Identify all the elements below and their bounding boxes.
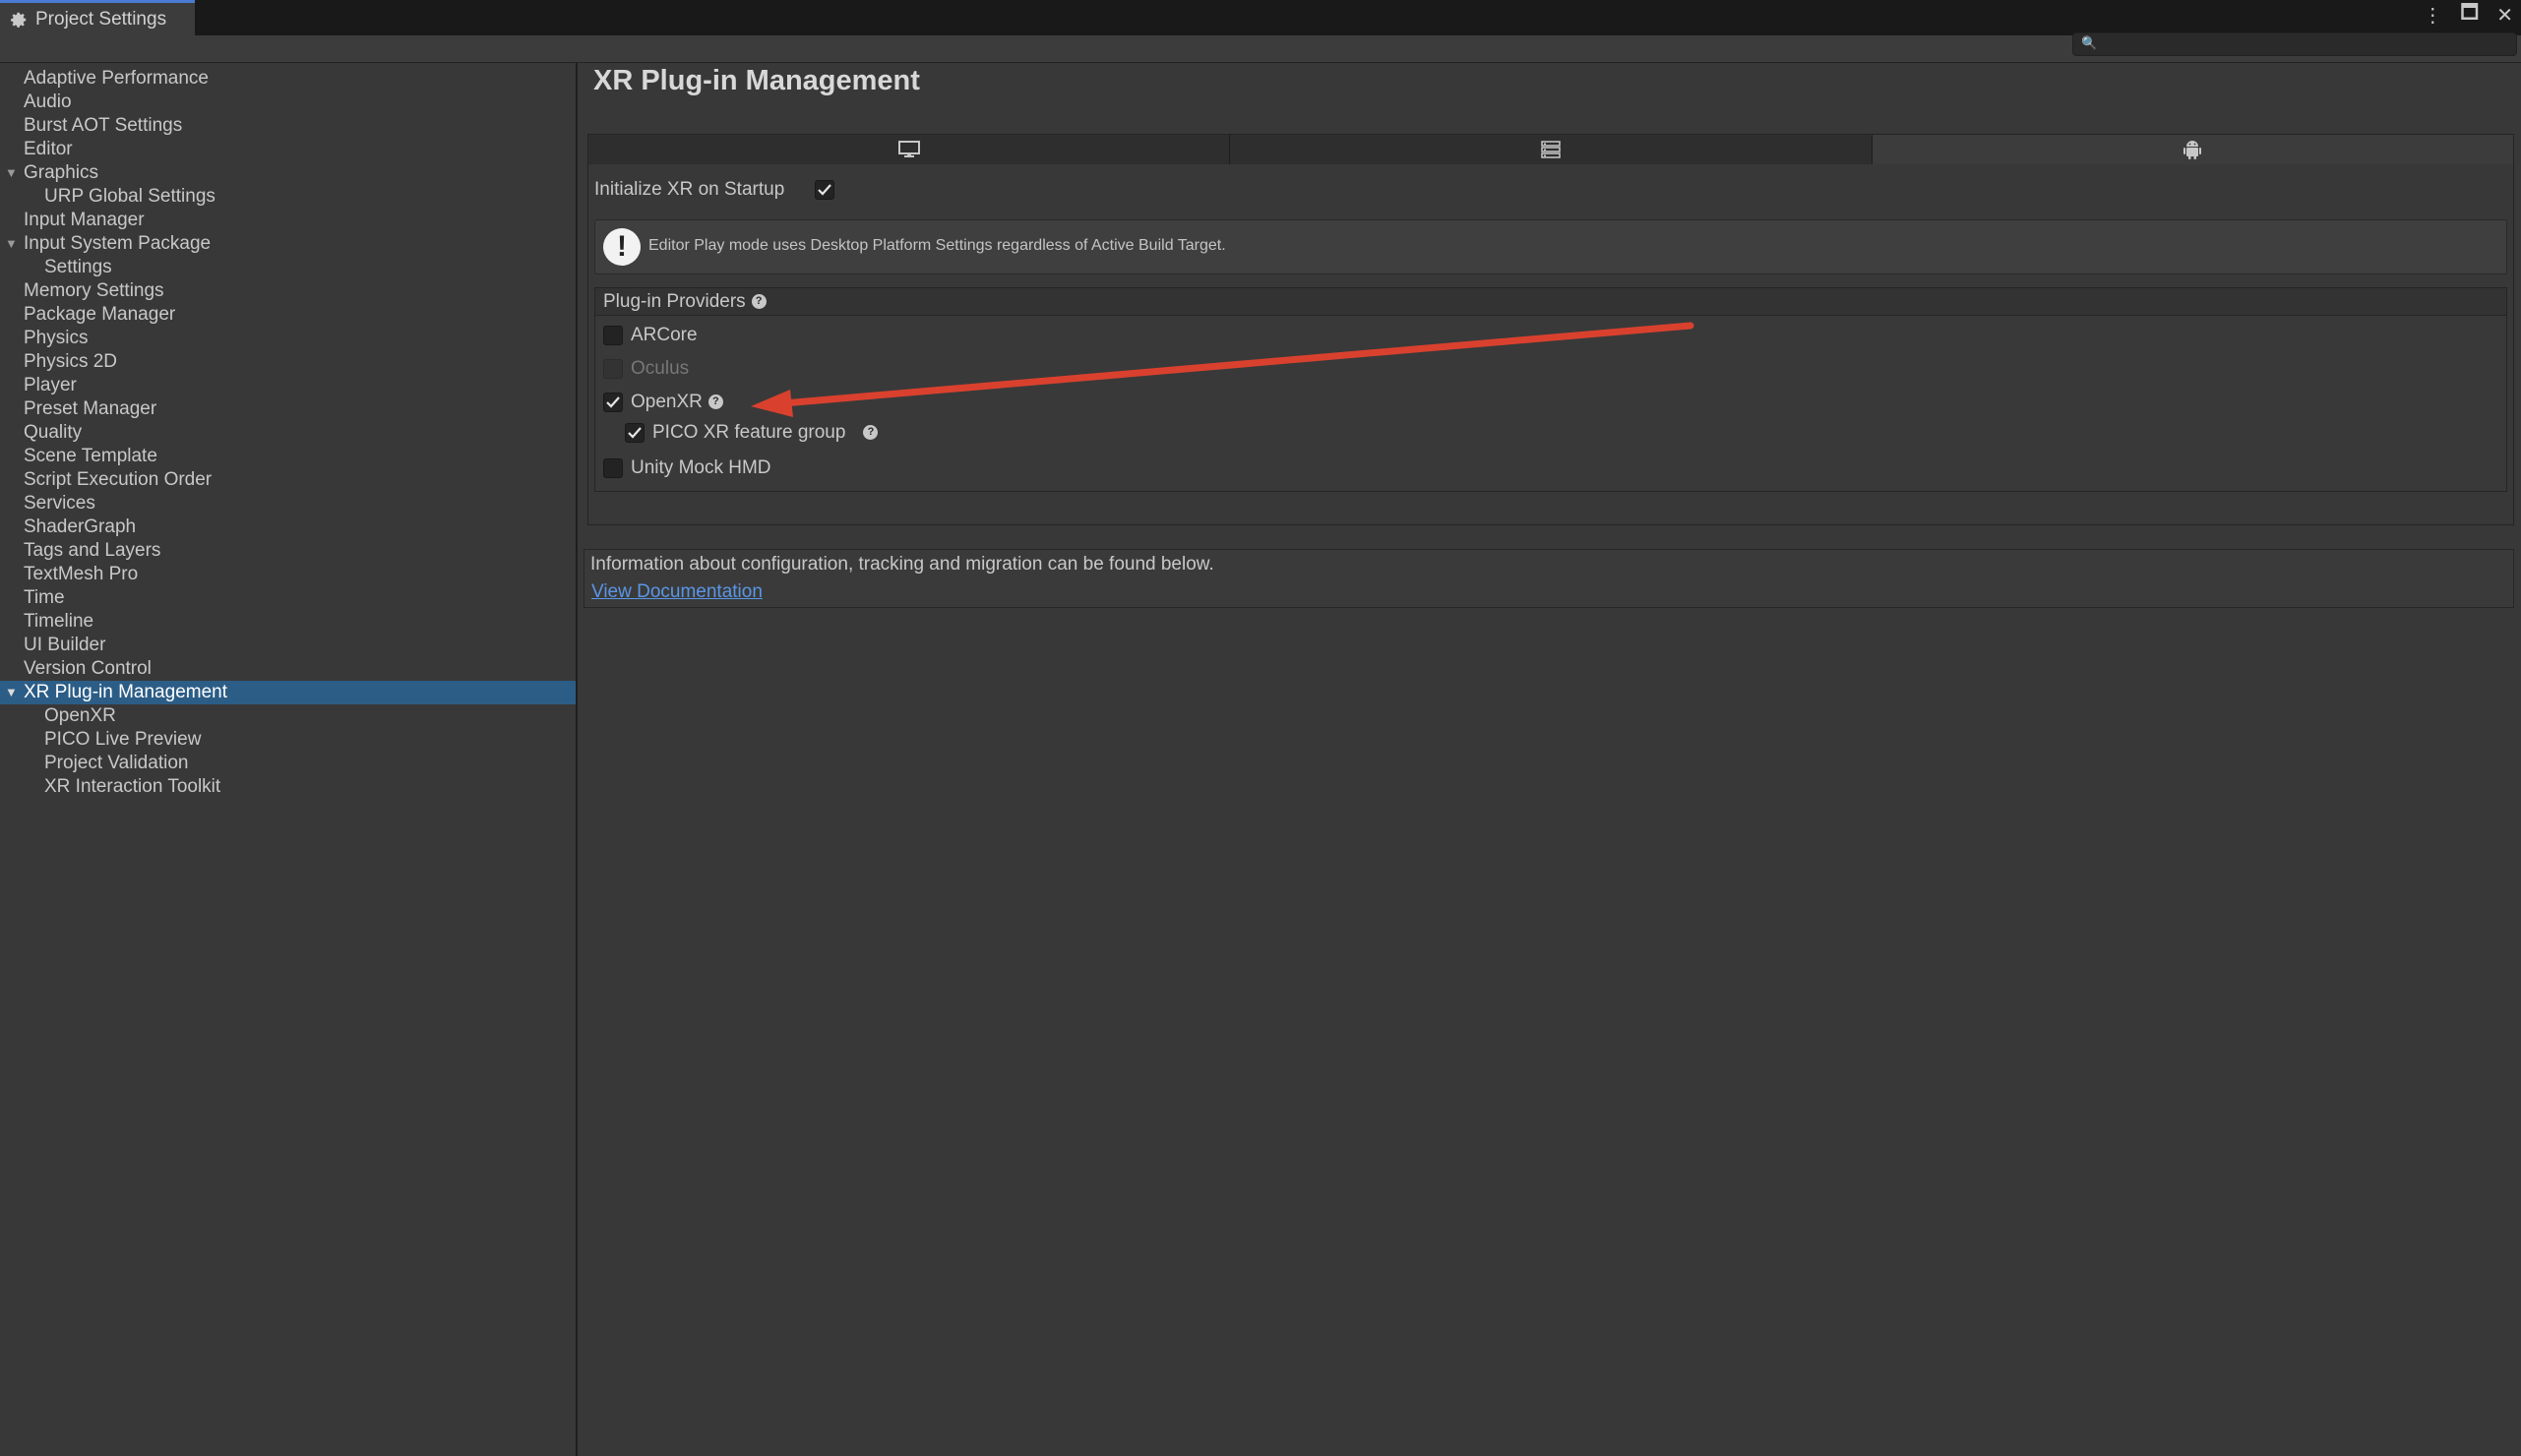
openxr-checkbox[interactable]	[603, 393, 623, 412]
provider-openxr: OpenXR?	[631, 390, 723, 415]
view-documentation-link[interactable]: View Documentation	[591, 581, 763, 603]
project-settings-tab[interactable]: Project Settings	[0, 0, 195, 35]
expand-arrow-icon[interactable]: ▼	[5, 232, 18, 256]
sidebar-item-physics[interactable]: Physics	[0, 327, 576, 350]
sidebar-item-scene-template[interactable]: Scene Template	[0, 445, 576, 468]
unity-mock-hmd-checkbox[interactable]	[603, 458, 623, 478]
sidebar-item-input-settings[interactable]: Settings	[0, 256, 576, 279]
sidebar-item-timeline[interactable]: Timeline	[0, 610, 576, 634]
plugin-providers-header: Plug-in Providers?	[595, 288, 2506, 316]
sidebar-item-tags-and-layers[interactable]: Tags and Layers	[0, 539, 576, 563]
check-icon	[628, 427, 642, 439]
documentation-info-box: Information about configuration, trackin…	[584, 549, 2514, 608]
sidebar-item-adaptive-performance[interactable]: Adaptive Performance	[0, 67, 576, 91]
sidebar-item-graphics[interactable]: ▼ Graphics	[0, 161, 576, 185]
tab-android[interactable]	[1872, 135, 2513, 164]
initialize-xr-checkbox[interactable]	[815, 180, 834, 200]
initialize-xr-label: Initialize XR on Startup	[594, 179, 785, 200]
help-icon[interactable]: ?	[707, 394, 723, 410]
sidebar-item-project-validation[interactable]: Project Validation	[0, 752, 576, 775]
provider-oculus: Oculus	[631, 358, 690, 379]
monitor-icon	[897, 141, 920, 157]
provider-unity-mock-hmd: Unity Mock HMD	[631, 457, 771, 478]
sidebar-item-physics-2d[interactable]: Physics 2D	[0, 350, 576, 374]
sidebar-item-urp-global-settings[interactable]: URP Global Settings	[0, 185, 576, 209]
window-titlebar: Project Settings ⋮ 🗖 ✕	[0, 0, 2521, 35]
maximize-icon[interactable]: 🗖	[2460, 0, 2479, 31]
gear-icon	[11, 12, 27, 28]
tab-dedicated-server[interactable]	[1230, 135, 1873, 164]
close-icon[interactable]: ✕	[2496, 3, 2513, 28]
sidebar-item-quality[interactable]: Quality	[0, 421, 576, 445]
provider-pico-feature-group: PICO XR feature group?	[652, 420, 879, 446]
search-input[interactable]: 🔍	[2072, 32, 2517, 56]
page-title: XR Plug-in Management	[593, 65, 920, 96]
sidebar-item-version-control[interactable]: Version Control	[0, 657, 576, 681]
play-mode-warning: ! Editor Play mode uses Desktop Platform…	[594, 219, 2507, 274]
sidebar-item-memory-settings[interactable]: Memory Settings	[0, 279, 576, 303]
window-title: Project Settings	[35, 8, 167, 30]
sidebar-item-textmesh-pro[interactable]: TextMesh Pro	[0, 563, 576, 586]
sidebar-item-package-manager[interactable]: Package Manager	[0, 303, 576, 327]
sidebar-item-time[interactable]: Time	[0, 586, 576, 610]
oculus-checkbox	[603, 359, 623, 379]
tab-standalone[interactable]	[588, 135, 1231, 164]
help-icon[interactable]: ?	[751, 294, 767, 310]
check-icon	[818, 184, 831, 196]
sidebar-item-ui-builder[interactable]: UI Builder	[0, 634, 576, 657]
warning-icon: !	[603, 228, 641, 266]
sidebar-item-script-execution-order[interactable]: Script Execution Order	[0, 468, 576, 492]
settings-main-panel: XR Plug-in Management Initialize XR on S…	[580, 63, 2521, 1456]
sidebar-item-editor[interactable]: Editor	[0, 138, 576, 161]
search-icon: 🔍	[2081, 35, 2098, 50]
sidebar-item-player[interactable]: Player	[0, 374, 576, 397]
info-text: Information about configuration, trackin…	[590, 554, 1214, 575]
sidebar-item-xr-interaction-toolkit[interactable]: XR Interaction Toolkit	[0, 775, 576, 799]
expand-arrow-icon[interactable]: ▼	[5, 161, 18, 185]
initialize-xr-row: Initialize XR on Startup	[594, 176, 784, 204]
sidebar-item-openxr[interactable]: OpenXR	[0, 704, 576, 728]
sidebar-item-burst-aot[interactable]: Burst AOT Settings	[0, 114, 576, 138]
sidebar-item-preset-manager[interactable]: Preset Manager	[0, 397, 576, 421]
platform-tabs	[588, 135, 2513, 164]
sidebar-item-shadergraph[interactable]: ShaderGraph	[0, 516, 576, 539]
check-icon	[606, 396, 620, 408]
sidebar-item-input-system-package[interactable]: ▼ Input System Package	[0, 232, 576, 256]
server-icon	[1541, 141, 1561, 158]
expand-arrow-icon[interactable]: ▼	[5, 681, 18, 704]
sidebar-item-pico-live-preview[interactable]: PICO Live Preview	[0, 728, 576, 752]
warning-text: Editor Play mode uses Desktop Platform S…	[648, 237, 1226, 254]
provider-arcore: ARCore	[631, 325, 698, 345]
sidebar-item-services[interactable]: Services	[0, 492, 576, 516]
more-options-icon[interactable]: ⋮	[2423, 3, 2442, 28]
help-icon[interactable]: ?	[863, 425, 879, 441]
arcore-checkbox[interactable]	[603, 326, 623, 345]
plugin-providers-panel: Plug-in Providers? ARCore Oculus OpenXR?…	[594, 287, 2507, 492]
sidebar-item-xr-plugin-management[interactable]: ▼ XR Plug-in Management	[0, 681, 576, 704]
sidebar-item-audio[interactable]: Audio	[0, 91, 576, 114]
android-icon	[2183, 141, 2202, 159]
sidebar-item-input-manager[interactable]: Input Manager	[0, 209, 576, 232]
pico-feature-group-checkbox[interactable]	[625, 423, 645, 443]
settings-sidebar: Adaptive Performance Audio Burst AOT Set…	[0, 63, 578, 1456]
platform-settings-box: Initialize XR on Startup ! Editor Play m…	[587, 134, 2514, 525]
